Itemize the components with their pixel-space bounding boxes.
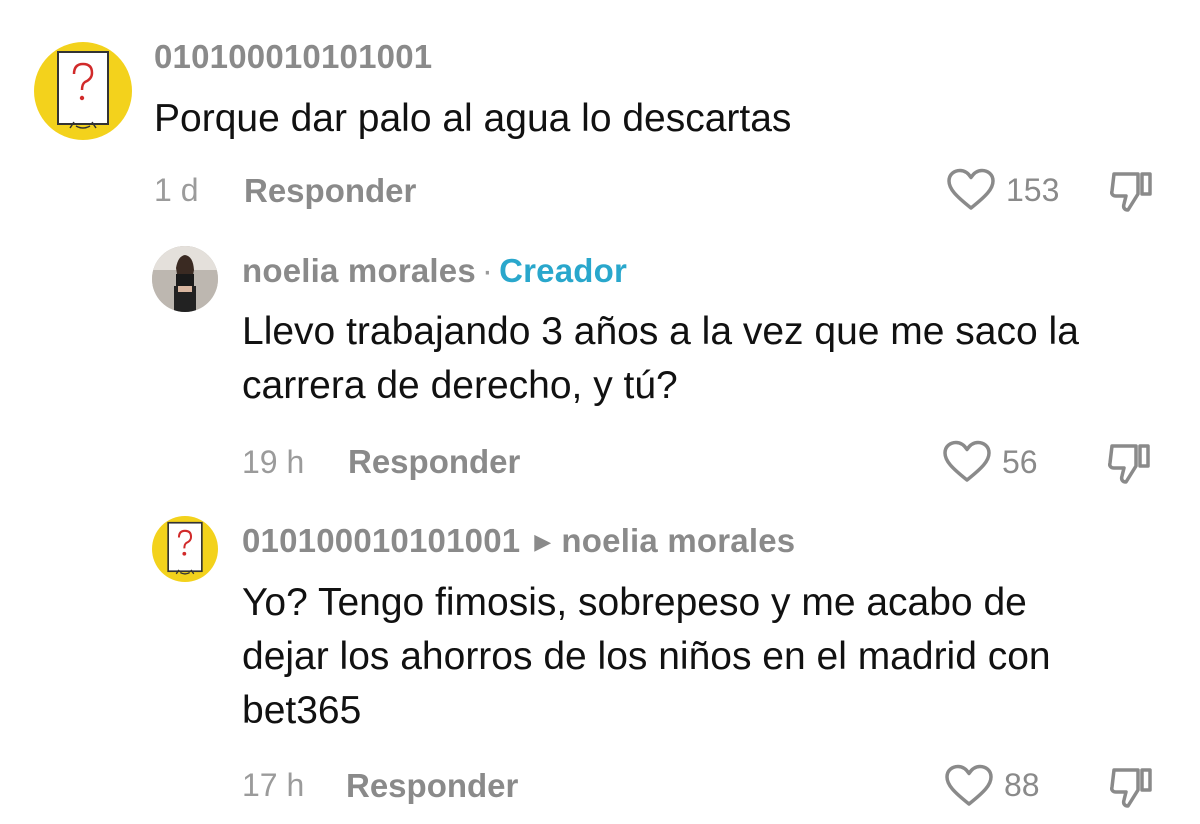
profile-photo-icon [152,246,218,312]
question-mark-paper-icon [57,51,109,129]
like-count: 88 [1004,767,1040,803]
comment-text-line: dejar los ahorros de los niños en el mad… [242,635,1051,678]
comment-username[interactable]: 010100010101001 [154,38,432,76]
comment-time: 19 h [242,444,305,480]
heart-outline-icon[interactable] [946,168,996,212]
comment-time: 1 d [154,172,199,208]
reply-button[interactable]: Responder [244,172,416,210]
like-count: 56 [1002,444,1038,480]
comment-text-line: carrera de derecho, y tú? [242,364,678,407]
separator-dot: · [481,252,494,289]
like-count: 153 [1006,172,1060,208]
reply-button[interactable]: Responder [348,443,520,481]
triangle-right-icon: ▶ [534,529,552,554]
comment-text: Llevo trabajando 3 años a la vez que me … [242,305,1079,413]
comment-text-line: Yo? Tengo fimosis, sobrepeso y me acabo … [242,581,1027,624]
reply-to-username[interactable]: noelia morales [561,522,795,559]
thumbs-down-icon[interactable] [1106,438,1154,486]
heart-outline-icon[interactable] [942,440,992,484]
comment-text: Porque dar palo al agua lo descartas [154,92,791,146]
username-text[interactable]: 010100010101001 [242,522,520,559]
thumbs-down-icon[interactable] [1108,166,1156,214]
comment-time: 17 h [242,767,305,803]
comment-text-line: Llevo trabajando 3 años a la vez que me … [242,310,1079,353]
heart-outline-icon[interactable] [944,764,994,808]
question-mark-paper-icon [167,521,203,575]
avatar[interactable] [152,246,218,312]
reply-button[interactable]: Responder [346,767,518,805]
username-text[interactable]: 010100010101001 [154,38,432,75]
comment-text-line: bet365 [242,689,362,732]
comment-username[interactable]: noelia morales · Creador [242,252,627,290]
comment-text-line: Porque dar palo al agua lo descartas [154,97,792,140]
comment-username[interactable]: 010100010101001 ▶ noelia morales [242,522,795,560]
username-text[interactable]: noelia morales [242,252,476,289]
comment-text: Yo? Tengo fimosis, sobrepeso y me acabo … [242,576,1051,738]
thumbs-down-icon[interactable] [1108,762,1156,810]
avatar[interactable] [34,42,132,140]
avatar[interactable] [152,516,218,582]
creator-badge: Creador [499,252,628,289]
